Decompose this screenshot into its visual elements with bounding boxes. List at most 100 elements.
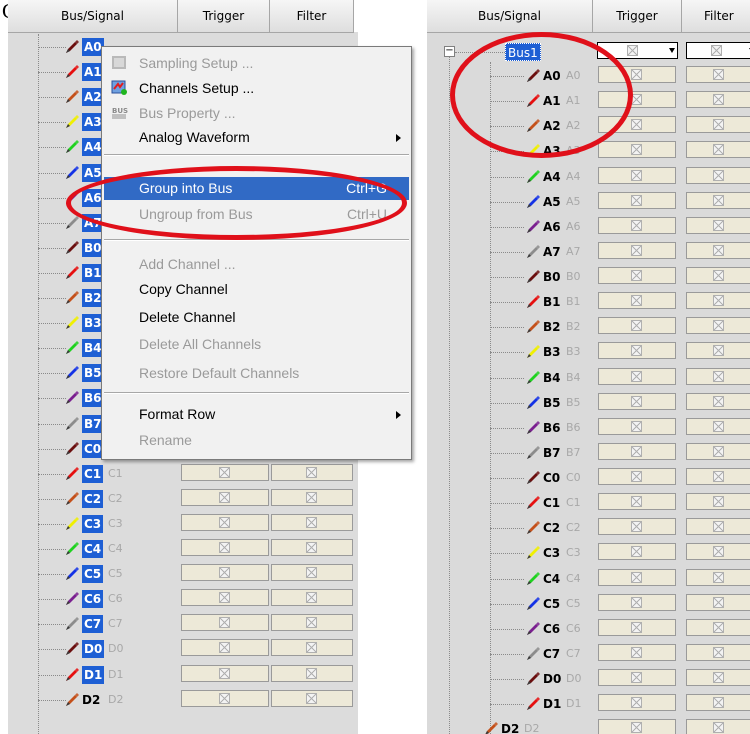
trigger-cell[interactable] — [181, 639, 269, 656]
filter-cell[interactable] — [686, 594, 750, 611]
header-trigger[interactable]: Trigger — [178, 0, 270, 33]
trigger-cell[interactable] — [598, 242, 676, 259]
trigger-cell[interactable] — [181, 690, 269, 707]
trigger-cell[interactable] — [598, 719, 676, 734]
menu-group-into-bus[interactable]: Group into Bus Ctrl+G — [104, 177, 409, 200]
channel-label[interactable]: B7 — [543, 444, 561, 462]
trigger-cell[interactable] — [598, 619, 676, 636]
trigger-cell[interactable] — [598, 418, 676, 435]
trigger-cell[interactable] — [181, 464, 269, 481]
trigger-cell[interactable] — [598, 594, 676, 611]
channel-label[interactable]: B5 — [543, 394, 561, 412]
trigger-cell[interactable] — [598, 569, 676, 586]
trigger-cell[interactable] — [598, 694, 676, 711]
menu-format-row[interactable]: Format Row — [104, 403, 409, 426]
channel-label[interactable]: A6 — [543, 218, 561, 236]
filter-cell[interactable] — [271, 639, 353, 656]
trigger-cell[interactable] — [181, 564, 269, 581]
channel-label[interactable]: C5 — [82, 565, 104, 583]
trigger-cell[interactable] — [598, 267, 676, 284]
channel-label[interactable]: A4 — [543, 168, 561, 186]
menu-copy-channel[interactable]: Copy Channel — [104, 278, 409, 301]
channel-label[interactable]: B2 — [543, 318, 561, 336]
trigger-cell[interactable] — [598, 518, 676, 535]
menu-channels-setup[interactable]: Channels Setup ... — [104, 77, 409, 100]
menu-restore-default[interactable]: Restore Default Channels — [104, 362, 409, 385]
filter-cell[interactable] — [271, 514, 353, 531]
channel-label[interactable]: C2 — [543, 519, 560, 537]
filter-cell[interactable] — [686, 543, 750, 560]
trigger-cell[interactable] — [598, 217, 676, 234]
filter-cell[interactable] — [271, 539, 353, 556]
channel-label[interactable]: C5 — [543, 595, 560, 613]
channel-label[interactable]: B6 — [543, 419, 561, 437]
channel-label[interactable]: B1 — [543, 293, 561, 311]
channel-label[interactable]: C4 — [543, 570, 560, 588]
filter-cell[interactable] — [271, 589, 353, 606]
bus-label[interactable]: Bus1 — [505, 43, 541, 61]
trigger-cell[interactable] — [598, 669, 676, 686]
channel-label[interactable]: D0 — [82, 640, 105, 658]
filter-cell[interactable] — [686, 141, 750, 158]
filter-dropdown[interactable] — [686, 42, 750, 59]
filter-cell[interactable] — [271, 614, 353, 631]
filter-cell[interactable] — [686, 192, 750, 209]
trigger-cell[interactable] — [598, 468, 676, 485]
channel-label[interactable]: D2 — [501, 720, 519, 734]
channel-label[interactable]: C7 — [82, 615, 104, 633]
header-bus-signal[interactable]: Bus/Signal — [8, 0, 178, 33]
menu-ungroup-from-bus[interactable]: Ungroup from Bus Ctrl+U — [104, 203, 409, 226]
trigger-cell[interactable] — [181, 665, 269, 682]
trigger-cell[interactable] — [181, 614, 269, 631]
trigger-cell[interactable] — [598, 393, 676, 410]
channel-label[interactable]: D1 — [82, 666, 105, 684]
channel-label[interactable]: C0 — [543, 469, 560, 487]
filter-cell[interactable] — [271, 665, 353, 682]
channel-label[interactable]: C3 — [543, 544, 560, 562]
menu-rename[interactable]: Rename — [104, 429, 409, 452]
filter-cell[interactable] — [686, 644, 750, 661]
header-trigger[interactable]: Trigger — [593, 0, 682, 33]
filter-cell[interactable] — [686, 518, 750, 535]
menu-sampling-setup[interactable]: Sampling Setup ... — [104, 52, 409, 75]
filter-cell[interactable] — [686, 217, 750, 234]
channel-label[interactable]: C2 — [82, 490, 104, 508]
channel-label[interactable]: D1 — [543, 695, 561, 713]
trigger-cell[interactable] — [598, 167, 676, 184]
channel-label[interactable]: A7 — [543, 243, 561, 261]
filter-cell[interactable] — [686, 669, 750, 686]
filter-cell[interactable] — [686, 317, 750, 334]
channel-label[interactable]: C0 — [82, 440, 104, 458]
menu-delete-channel[interactable]: Delete Channel — [104, 306, 409, 329]
menu-bus-property[interactable]: BUS Bus Property ... — [104, 102, 409, 125]
filter-cell[interactable] — [686, 292, 750, 309]
filter-cell[interactable] — [271, 489, 353, 506]
trigger-cell[interactable] — [598, 292, 676, 309]
channel-label[interactable]: C3 — [82, 515, 104, 533]
channel-label[interactable]: A5 — [543, 193, 561, 211]
trigger-cell[interactable] — [598, 192, 676, 209]
channel-label[interactable]: C1 — [543, 494, 560, 512]
filter-cell[interactable] — [271, 564, 353, 581]
trigger-cell[interactable] — [598, 141, 676, 158]
filter-cell[interactable] — [686, 468, 750, 485]
channel-label[interactable]: C6 — [543, 620, 560, 638]
channel-label[interactable]: A2 — [543, 117, 561, 135]
collapse-toggle-icon[interactable]: − — [444, 46, 455, 57]
filter-cell[interactable] — [686, 267, 750, 284]
filter-cell[interactable] — [686, 493, 750, 510]
trigger-cell[interactable] — [598, 317, 676, 334]
filter-cell[interactable] — [686, 167, 750, 184]
menu-add-channel[interactable]: Add Channel ... — [104, 253, 409, 276]
trigger-cell[interactable] — [598, 368, 676, 385]
filter-cell[interactable] — [686, 242, 750, 259]
filter-cell[interactable] — [686, 694, 750, 711]
trigger-cell[interactable] — [598, 493, 676, 510]
menu-analog-waveform[interactable]: Analog Waveform — [104, 126, 409, 149]
filter-cell[interactable] — [686, 91, 750, 108]
filter-cell[interactable] — [271, 464, 353, 481]
channel-label[interactable]: A3 — [543, 142, 561, 160]
trigger-cell[interactable] — [181, 514, 269, 531]
channel-label[interactable]: B4 — [543, 369, 561, 387]
channel-label[interactable]: C6 — [82, 590, 104, 608]
